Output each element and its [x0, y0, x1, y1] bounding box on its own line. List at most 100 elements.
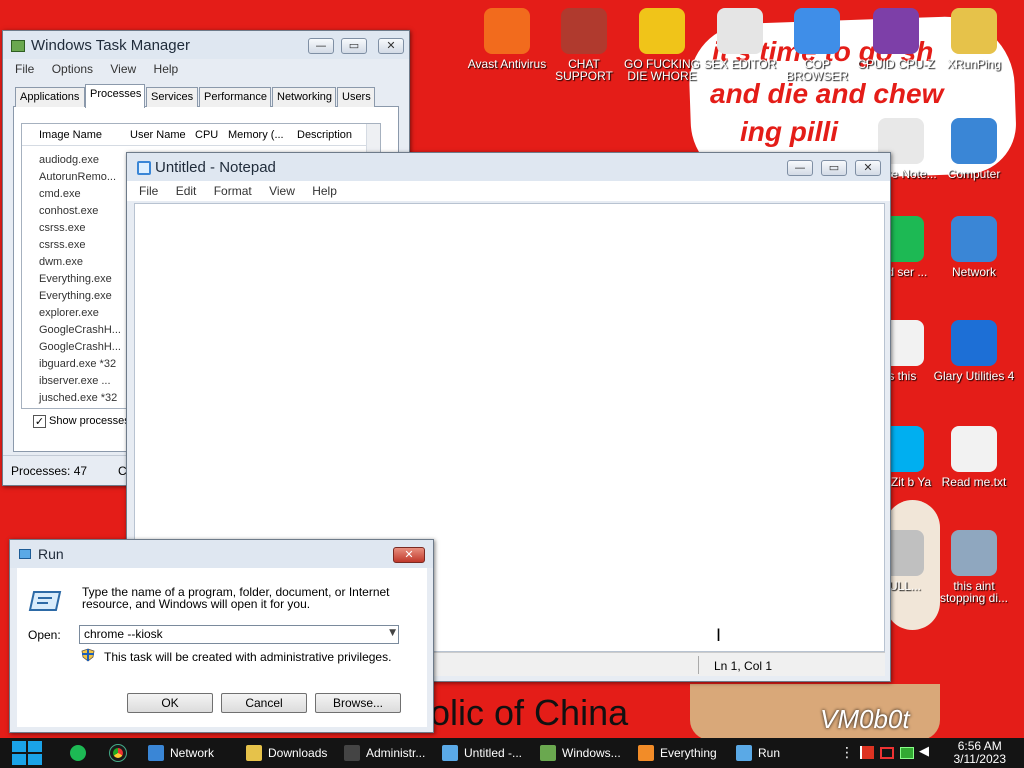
- process-row[interactable]: ibguard.exe *32: [39, 358, 116, 370]
- menu-help[interactable]: Help: [305, 181, 344, 201]
- notepad-titlebar[interactable]: Untitled - Notepad — ▭ ✕: [127, 153, 890, 181]
- computer-icon: [951, 530, 997, 576]
- process-row[interactable]: explorer.exe: [39, 307, 99, 319]
- process-row[interactable]: audiodg.exe: [39, 154, 99, 166]
- taskbar-item[interactable]: Untitled -...: [436, 738, 532, 768]
- task-manager-titlebar[interactable]: Windows Task Manager — ▭ ✕: [3, 31, 409, 59]
- run-icon: [736, 745, 752, 761]
- desktop-icon[interactable]: Avast Antivirus: [466, 8, 548, 70]
- spotify-taskbar-icon[interactable]: [70, 745, 86, 761]
- chrome-taskbar-icon[interactable]: [109, 744, 127, 762]
- process-row[interactable]: csrss.exe: [39, 222, 85, 234]
- column-user-name[interactable]: User Name: [130, 129, 186, 141]
- desktop-icon[interactable]: Computer: [933, 118, 1015, 180]
- start-button[interactable]: [12, 741, 42, 765]
- notepad-scrollbar[interactable]: [868, 204, 884, 651]
- flag-icon[interactable]: [860, 746, 874, 759]
- wallpaper-bottom-text: olic of China: [430, 692, 629, 733]
- network-icon: [148, 745, 164, 761]
- column-image-name[interactable]: Image Name: [39, 129, 102, 141]
- close-button[interactable]: ✕: [855, 160, 881, 176]
- desktop-icon-label: CPUID CPU-Z: [857, 57, 935, 71]
- menu-help[interactable]: Help: [147, 59, 186, 79]
- menu-file[interactable]: File: [3, 59, 41, 79]
- menu-view[interactable]: View: [262, 181, 302, 201]
- ok-button[interactable]: OK: [127, 693, 213, 713]
- desktop-icon[interactable]: Network: [933, 216, 1015, 278]
- status-divider: [698, 656, 699, 674]
- desktop-icon-label: Network: [951, 265, 996, 279]
- desktop-icon[interactable]: GO FUCKING DIE WHORE: [621, 8, 703, 82]
- process-row[interactable]: csrss.exe: [39, 239, 85, 251]
- process-row[interactable]: GoogleCrashH...: [39, 341, 121, 353]
- desktop-icon[interactable]: SEX EDITOR: [699, 8, 781, 70]
- menu-edit[interactable]: Edit: [169, 181, 204, 201]
- process-row[interactable]: cmd.exe: [39, 188, 81, 200]
- close-button[interactable]: ✕: [378, 38, 404, 54]
- run-program-icon: [28, 591, 62, 611]
- browse-button[interactable]: Browse...: [315, 693, 401, 713]
- taskbar-item[interactable]: Windows...: [534, 738, 630, 768]
- process-row[interactable]: GoogleCrashH...: [39, 324, 121, 336]
- glary-icon: [951, 320, 997, 366]
- column-memory[interactable]: Memory (...: [228, 129, 284, 141]
- maximize-button[interactable]: ▭: [341, 38, 367, 54]
- show-processes-checkbox[interactable]: ✓: [33, 415, 46, 428]
- taskbar-item[interactable]: Network: [142, 738, 238, 768]
- desktop-icon[interactable]: XRunPing: [933, 8, 1015, 70]
- cursor-position: Ln 1, Col 1: [714, 659, 773, 673]
- network-tray-icon[interactable]: [900, 747, 914, 759]
- column-description[interactable]: Description: [297, 129, 352, 141]
- run-titlebar[interactable]: Run ✕: [10, 540, 433, 568]
- run-dialog[interactable]: Run ✕ Type the name of a program, folder…: [9, 539, 434, 733]
- desktop-icon[interactable]: COP BROWSER: [776, 8, 858, 82]
- menu-options[interactable]: Options: [45, 59, 100, 79]
- menu-format[interactable]: Format: [207, 181, 259, 201]
- process-row[interactable]: Everything.exe: [39, 290, 112, 302]
- tab-users[interactable]: Users: [337, 87, 375, 107]
- process-row[interactable]: Everything.exe: [39, 273, 112, 285]
- desktop-icon[interactable]: Read me.txt: [933, 426, 1015, 488]
- tab-applications[interactable]: Applications: [15, 87, 85, 107]
- taskbar-item-label: Everything: [660, 746, 717, 760]
- desktop-icon-label: this aint stopping di...: [939, 579, 1009, 605]
- taskbar-clock[interactable]: 6:56 AM 3/11/2023: [954, 740, 1007, 766]
- volume-icon[interactable]: ◀: [919, 744, 929, 759]
- menu-view[interactable]: View: [103, 59, 143, 79]
- desktop-icon[interactable]: CPUID CPU-Z: [855, 8, 937, 70]
- process-row[interactable]: dwm.exe: [39, 256, 83, 268]
- desktop-icon-label: Computer: [947, 167, 1001, 181]
- process-row[interactable]: jusched.exe *32: [39, 392, 117, 404]
- chevron-down-icon[interactable]: ▼: [389, 628, 396, 638]
- taskbar-item[interactable]: Everything: [632, 738, 728, 768]
- action-center-icon[interactable]: [880, 747, 894, 759]
- open-label: Open:: [28, 628, 61, 642]
- chromium-icon: [794, 8, 840, 54]
- process-row[interactable]: conhost.exe: [39, 205, 98, 217]
- desktop-icon[interactable]: Glary Utilities 4: [933, 320, 1015, 382]
- minimize-button[interactable]: —: [308, 38, 334, 54]
- taskbar-overflow-icon[interactable]: ⋮: [840, 745, 854, 761]
- maximize-button[interactable]: ▭: [821, 160, 847, 176]
- desktop-icon[interactable]: this aint stopping di...: [933, 530, 1015, 604]
- tab-services[interactable]: Services: [146, 87, 198, 107]
- taskbar-item[interactable]: Run: [730, 738, 826, 768]
- menu-file[interactable]: File: [127, 181, 165, 201]
- desktop-icon[interactable]: CHAT SUPPORT: [543, 8, 625, 82]
- taskbar-item[interactable]: Administr...: [338, 738, 434, 768]
- task-manager-app-icon: [11, 40, 25, 52]
- open-input-value[interactable]: chrome --kiosk: [84, 627, 163, 641]
- tab-networking[interactable]: Networking: [272, 87, 336, 107]
- desktop-icon-label: Glary Utilities 4: [933, 369, 1015, 383]
- column-cpu[interactable]: CPU: [195, 129, 218, 141]
- taskbar-item[interactable]: Downloads: [240, 738, 336, 768]
- minimize-button[interactable]: —: [787, 160, 813, 176]
- tab-performance[interactable]: Performance: [199, 87, 271, 107]
- cancel-button[interactable]: Cancel: [221, 693, 307, 713]
- wallpaper-text-line2: and die and chew: [710, 78, 944, 109]
- open-combobox[interactable]: chrome --kiosk ▼: [79, 625, 399, 644]
- process-row[interactable]: AutorunRemo...: [39, 171, 116, 183]
- process-row[interactable]: ibserver.exe ...: [39, 375, 111, 387]
- tab-processes[interactable]: Processes: [85, 84, 145, 108]
- close-button[interactable]: ✕: [393, 547, 425, 563]
